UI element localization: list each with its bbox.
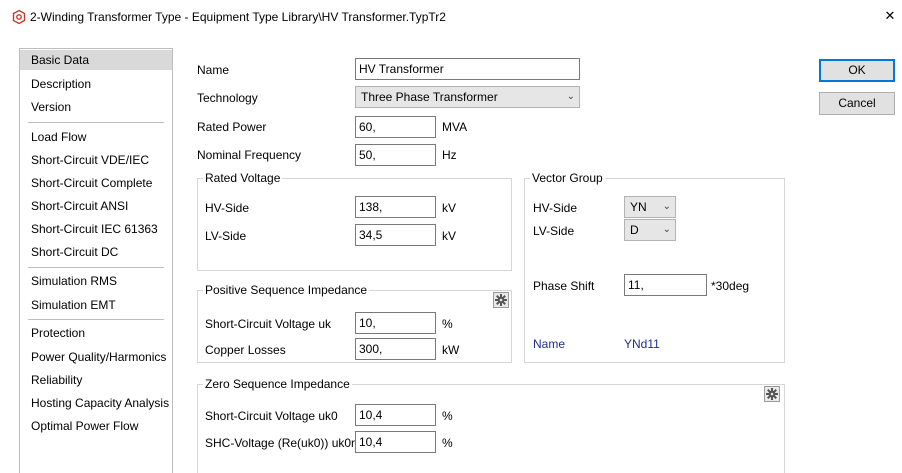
uk0r-field[interactable] (355, 431, 436, 453)
page-navigation: Basic Data Description Version Load Flow… (19, 48, 173, 473)
phase-shift-field[interactable] (624, 274, 707, 296)
gear-icon (766, 388, 778, 400)
zero-sequence-settings-button[interactable] (764, 386, 780, 402)
zero-sequence-group (197, 384, 785, 473)
ok-button[interactable]: OK (819, 59, 895, 82)
positive-sequence-settings-button[interactable] (493, 292, 509, 308)
uk0-field[interactable] (355, 404, 436, 426)
uk0r-label: SHC-Voltage (Re(uk0)) uk0r (205, 436, 356, 450)
name-field[interactable] (355, 58, 580, 80)
uk0r-unit: % (442, 436, 453, 450)
vector-group-name-label: Name (533, 337, 566, 351)
nominal-frequency-unit: Hz (442, 148, 457, 162)
nav-item-version[interactable]: Version (20, 97, 172, 117)
name-label: Name (197, 63, 230, 77)
nav-item-simulation-emt[interactable]: Simulation EMT (20, 295, 172, 315)
uk0-label: Short-Circuit Voltage uk0 (205, 409, 338, 423)
vector-group-lv-value: D (630, 223, 639, 237)
uk-unit: % (442, 317, 453, 331)
rated-voltage-lv-field[interactable] (355, 224, 436, 246)
nav-item-protection[interactable]: Protection (20, 323, 172, 343)
technology-value: Three Phase Transformer (361, 90, 498, 104)
vector-group-lv-label: LV-Side (533, 224, 575, 238)
technology-label: Technology (197, 91, 258, 105)
nav-item-short-circuit-complete[interactable]: Short-Circuit Complete (20, 173, 172, 193)
chevron-down-icon: ⌄ (662, 224, 671, 235)
nav-item-hosting-capacity-analysis[interactable]: Hosting Capacity Analysis (20, 393, 172, 413)
rated-power-label: Rated Power (197, 120, 267, 134)
uk-label: Short-Circuit Voltage uk (205, 317, 332, 331)
rated-voltage-title: Rated Voltage (203, 171, 283, 185)
nav-separator (28, 122, 164, 123)
vector-group-hv-select[interactable]: YN ⌄ (624, 196, 676, 218)
nav-item-short-circuit-vde-iec[interactable]: Short-Circuit VDE/IEC (20, 150, 172, 170)
nav-item-basic-data[interactable]: Basic Data (20, 50, 172, 70)
vector-group-hv-value: YN (630, 200, 647, 214)
phase-shift-unit: *30deg (711, 279, 750, 293)
nav-item-load-flow[interactable]: Load Flow (20, 127, 172, 147)
nav-separator (28, 319, 164, 320)
rated-voltage-hv-field[interactable] (355, 196, 436, 218)
window-title: 2-Winding Transformer Type - Equipment T… (30, 10, 446, 24)
title-bar: 2-Winding Transformer Type - Equipment T… (0, 0, 902, 34)
rated-power-unit: MVA (442, 120, 468, 134)
vector-group-lv-select[interactable]: D ⌄ (624, 219, 676, 241)
nominal-frequency-field[interactable] (355, 144, 436, 166)
nav-item-short-circuit-iec-61363[interactable]: Short-Circuit IEC 61363 (20, 219, 172, 239)
copper-losses-unit: kW (442, 343, 460, 357)
gear-icon (495, 294, 507, 306)
nav-item-short-circuit-ansi[interactable]: Short-Circuit ANSI (20, 196, 172, 216)
nav-item-simulation-rms[interactable]: Simulation RMS (20, 271, 172, 291)
vector-group-title: Vector Group (530, 171, 605, 185)
copper-losses-label: Copper Losses (205, 343, 286, 357)
uk0-unit: % (442, 409, 453, 423)
vector-group-hv-label: HV-Side (533, 201, 578, 215)
cancel-button[interactable]: Cancel (819, 92, 895, 115)
rated-power-field[interactable] (355, 116, 436, 138)
technology-select[interactable]: Three Phase Transformer ⌄ (355, 86, 580, 108)
close-button[interactable]: ✕ (878, 4, 902, 28)
uk-field[interactable] (355, 312, 436, 334)
nav-separator (28, 267, 164, 268)
app-icon (11, 9, 27, 25)
nav-item-short-circuit-dc[interactable]: Short-Circuit DC (20, 242, 172, 262)
rated-voltage-lv-unit: kV (442, 229, 457, 243)
nav-item-reliability[interactable]: Reliability (20, 370, 172, 390)
nav-item-optimal-power-flow[interactable]: Optimal Power Flow (20, 416, 172, 436)
copper-losses-field[interactable] (355, 338, 436, 360)
phase-shift-label: Phase Shift (533, 279, 595, 293)
zero-sequence-title: Zero Sequence Impedance (203, 377, 352, 391)
nominal-frequency-label: Nominal Frequency (197, 148, 302, 162)
rated-voltage-hv-unit: kV (442, 201, 457, 215)
chevron-down-icon: ⌄ (662, 201, 671, 212)
rated-voltage-lv-label: LV-Side (205, 229, 247, 243)
chevron-down-icon: ⌄ (566, 91, 575, 102)
positive-sequence-title: Positive Sequence Impedance (203, 283, 370, 297)
nav-item-description[interactable]: Description (20, 74, 172, 94)
rated-voltage-hv-label: HV-Side (205, 201, 250, 215)
nav-item-power-quality-harmonics[interactable]: Power Quality/Harmonics (20, 347, 172, 367)
vector-group-name-value: YNd11 (624, 337, 660, 351)
